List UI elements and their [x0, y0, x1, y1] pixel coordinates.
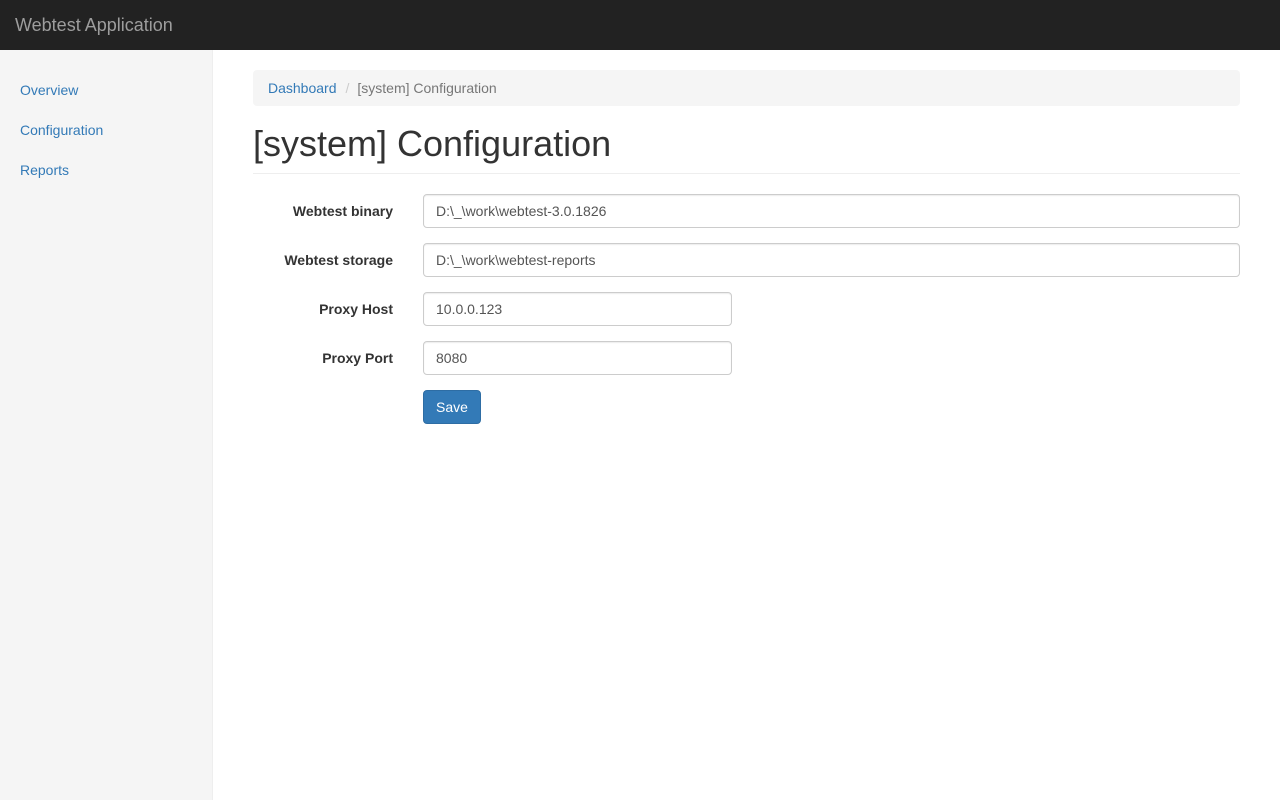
sidebar-item-reports[interactable]: Reports: [0, 150, 212, 190]
form-row-webtest-storage: Webtest storage: [253, 243, 1240, 277]
sidebar-item: Reports: [0, 150, 212, 190]
sidebar-item: Configuration: [0, 110, 212, 150]
breadcrumb: Dashboard / [system] Configuration: [253, 70, 1240, 106]
form-row-proxy-port: Proxy Port: [253, 341, 1240, 375]
proxy-host-input[interactable]: [423, 292, 732, 326]
webtest-binary-input[interactable]: [423, 194, 1240, 228]
breadcrumb-current: [system] Configuration: [357, 80, 497, 96]
webtest-storage-label: Webtest storage: [284, 252, 393, 268]
form-row-webtest-binary: Webtest binary: [253, 194, 1240, 228]
breadcrumb-separator: /: [345, 80, 350, 96]
sidebar-item: Overview: [0, 70, 212, 110]
proxy-port-input[interactable]: [423, 341, 732, 375]
sidebar-nav: Overview Configuration Reports: [0, 70, 212, 190]
form-row-actions: Save: [253, 390, 1240, 424]
proxy-host-label: Proxy Host: [319, 301, 393, 317]
save-button[interactable]: Save: [423, 390, 481, 424]
app-brand-link[interactable]: Webtest Application: [15, 15, 173, 35]
breadcrumb-dashboard-link[interactable]: Dashboard: [268, 80, 337, 96]
sidebar-item-configuration[interactable]: Configuration: [0, 110, 212, 150]
form-row-proxy-host: Proxy Host: [253, 292, 1240, 326]
proxy-port-label: Proxy Port: [322, 350, 393, 366]
page-title: [system] Configuration: [253, 123, 612, 164]
webtest-binary-label: Webtest binary: [292, 203, 393, 219]
top-navbar: Webtest Application: [0, 0, 1280, 50]
sidebar-item-overview[interactable]: Overview: [0, 70, 212, 110]
main-content: Dashboard / [system] Configuration [system…: [253, 70, 1240, 439]
sidebar: Overview Configuration Reports: [0, 50, 213, 800]
page-header: [system] Configuration: [253, 124, 1240, 174]
webtest-storage-input[interactable]: [423, 243, 1240, 277]
configuration-form: Webtest binary Webtest storage Proxy Hos…: [253, 194, 1240, 424]
